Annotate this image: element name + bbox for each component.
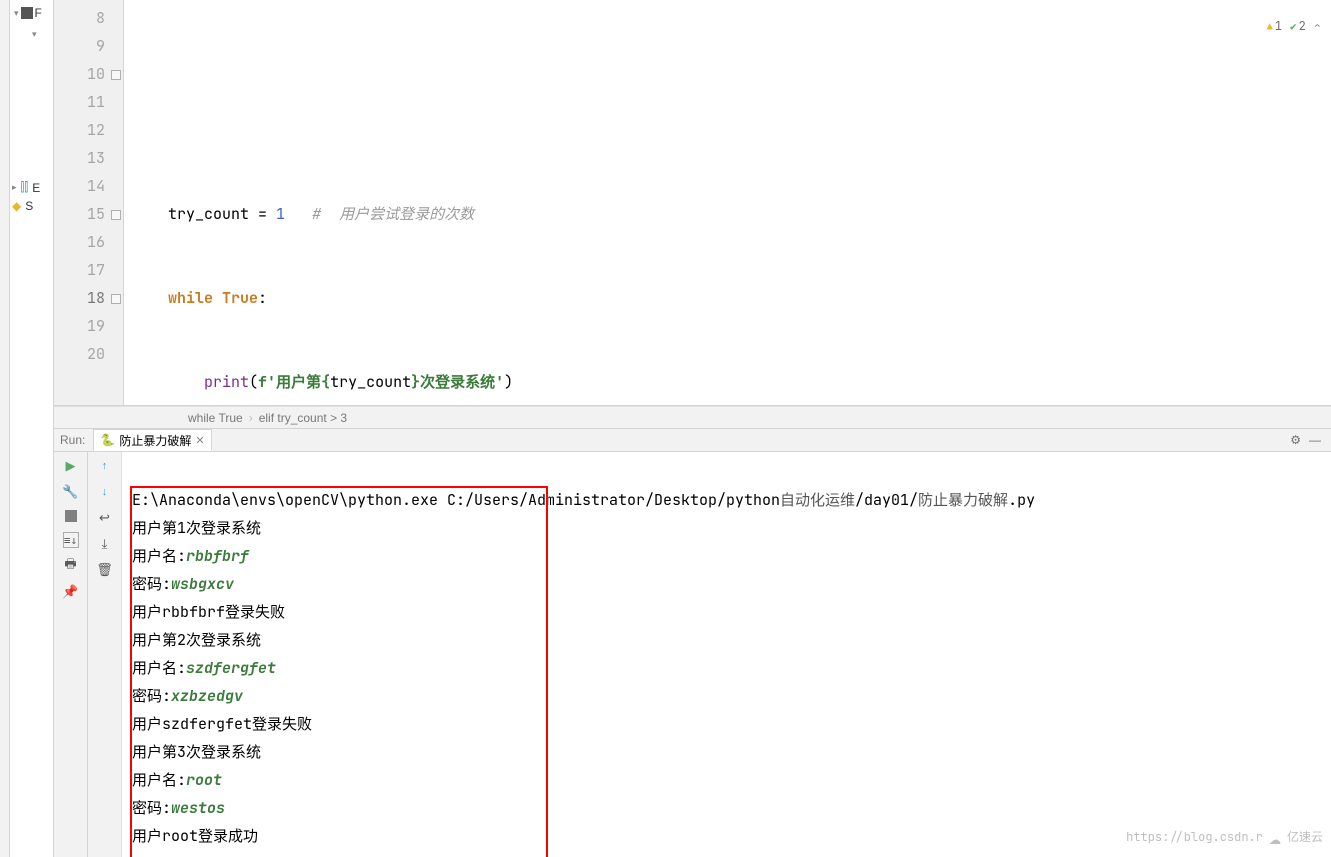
code-line[interactable]: [132, 116, 1331, 144]
warning-count[interactable]: 1: [1267, 12, 1282, 41]
down-icon[interactable]: ↓: [97, 484, 113, 500]
chevron-right-icon: ›: [249, 411, 253, 425]
scroll-to-end-icon[interactable]: ⤓: [97, 536, 113, 552]
breadcrumb-item[interactable]: elif try_count > 3: [259, 411, 347, 425]
watermark-url: https://blog.csdn.r: [1126, 823, 1263, 851]
service-label: S: [25, 199, 33, 213]
line-number[interactable]: 10: [54, 60, 123, 88]
line-number[interactable]: 13: [54, 144, 123, 172]
line-number[interactable]: 17: [54, 256, 123, 284]
output-line: 用户rbbfbrf登录失败: [132, 602, 285, 622]
pin-icon[interactable]: 📌: [63, 584, 79, 600]
output-line: 用户第1次登录系统: [132, 518, 261, 538]
inspection-widget[interactable]: 1 2 ⌃: [1267, 12, 1321, 41]
line-number[interactable]: 11: [54, 88, 123, 116]
minimize-icon[interactable]: —: [1305, 433, 1325, 447]
stop-icon[interactable]: [65, 510, 77, 522]
structure-icon: ⫿⫿: [21, 180, 29, 195]
rerun-icon[interactable]: ▶: [63, 458, 79, 474]
output-line: 密码:xzbzedgv: [132, 686, 243, 706]
project-tool-window[interactable]: ▾ F ▾ ▸ ⫿⫿ E ◆ S: [10, 0, 54, 857]
project-root-label: F: [35, 6, 42, 20]
gear-icon[interactable]: ⚙: [1286, 433, 1305, 447]
code-area[interactable]: 1 2 ⌃ try_count = 1 # 用户尝试登录的次数 while Tr…: [124, 0, 1331, 405]
main-area: 8 9 10 11 12 13 14 15 16 17 18 19 20 1 2…: [54, 0, 1331, 857]
line-number[interactable]: 19: [54, 312, 123, 340]
chevron-right-icon: ▸: [12, 182, 17, 193]
output-line: 密码:westos: [132, 798, 225, 818]
output-line: 用户第3次登录系统: [132, 742, 261, 762]
line-number-gutter[interactable]: 8 9 10 11 12 13 14 15 16 17 18 19 20: [54, 0, 124, 405]
line-number[interactable]: 16: [54, 228, 123, 256]
code-line[interactable]: while True:: [132, 284, 1331, 312]
chevron-up-icon[interactable]: ⌃: [1314, 13, 1321, 41]
chevron-down-icon[interactable]: ▾: [14, 8, 19, 19]
project-child-node[interactable]: ▾: [10, 26, 53, 40]
print-icon[interactable]: 🖶: [63, 558, 79, 574]
project-root-row[interactable]: ▾ F: [10, 4, 53, 22]
console-output[interactable]: E:\Anaconda\envs\openCV\python.exe C:/Us…: [122, 452, 1331, 857]
run-tool-header: Run: 🐍 防止暴力破解 ✕ ⚙ —: [54, 428, 1331, 452]
output-line: 用户名:root: [132, 770, 222, 790]
tool-window-button[interactable]: ▸ ⫿⫿ E: [10, 180, 53, 195]
line-number[interactable]: 8: [54, 4, 123, 32]
command-line: E:\Anaconda\envs\openCV\python.exe C:/Us…: [132, 490, 1035, 510]
output-line: 用户root登录成功: [132, 826, 258, 846]
breadcrumb[interactable]: while True › elif try_count > 3: [54, 406, 1331, 428]
close-icon[interactable]: ✕: [195, 434, 204, 447]
output-line: 用户第2次登录系统: [132, 630, 261, 650]
watermark-brand: 亿速云: [1287, 823, 1323, 851]
structure-label: E: [32, 181, 40, 195]
chevron-down-icon[interactable]: ▾: [32, 29, 37, 39]
output-line: 用户名:szdfergfet: [132, 658, 276, 678]
run-label: Run:: [60, 433, 85, 447]
output-line: 用户szdfergfet登录失败: [132, 714, 312, 734]
code-line[interactable]: print(f'用户第{try_count}次登录系统'): [132, 368, 1331, 396]
run-body: ▶ 🔧 ≡↓ 🖶 📌 ↑ ↓ ↩ ⤓ 🗑 E:\Anaconda\envs\op…: [54, 452, 1331, 857]
run-toolbar-secondary: ↑ ↓ ↩ ⤓ 🗑: [88, 452, 122, 857]
weak-warning-count[interactable]: 2: [1290, 12, 1306, 41]
line-number[interactable]: 9: [54, 32, 123, 60]
tool-window-button-2[interactable]: ◆ S: [10, 199, 53, 213]
run-tab-label: 防止暴力破解: [119, 432, 191, 449]
left-gutter-bar: [0, 0, 10, 857]
wrench-icon[interactable]: 🔧: [63, 484, 79, 500]
line-number[interactable]: 14: [54, 172, 123, 200]
up-icon[interactable]: ↑: [97, 458, 113, 474]
clear-icon[interactable]: 🗑: [97, 562, 113, 578]
watermark-logo-icon: ☁: [1269, 823, 1281, 851]
output-line: 密码:wsbgxcv: [132, 574, 234, 594]
line-number[interactable]: 12: [54, 116, 123, 144]
exit-code-icon[interactable]: ≡↓: [63, 532, 79, 548]
python-icon: 🐍: [100, 433, 115, 447]
run-tab[interactable]: 🐍 防止暴力破解 ✕: [93, 429, 211, 451]
output-line: 用户名:rbbfbrf: [132, 546, 249, 566]
line-number[interactable]: 20: [54, 340, 123, 368]
code-line[interactable]: try_count = 1 # 用户尝试登录的次数: [132, 200, 1331, 228]
run-toolbar-primary: ▶ 🔧 ≡↓ 🖶 📌: [54, 452, 88, 857]
line-number[interactable]: 18: [54, 284, 123, 312]
folder-icon: [21, 7, 33, 19]
breadcrumb-item[interactable]: while True: [188, 411, 243, 425]
soft-wrap-icon[interactable]: ↩: [97, 510, 113, 526]
editor: 8 9 10 11 12 13 14 15 16 17 18 19 20 1 2…: [54, 0, 1331, 406]
line-number[interactable]: 15: [54, 200, 123, 228]
service-icon: ◆: [12, 199, 21, 213]
watermark: https://blog.csdn.r ☁ 亿速云: [1126, 823, 1323, 851]
